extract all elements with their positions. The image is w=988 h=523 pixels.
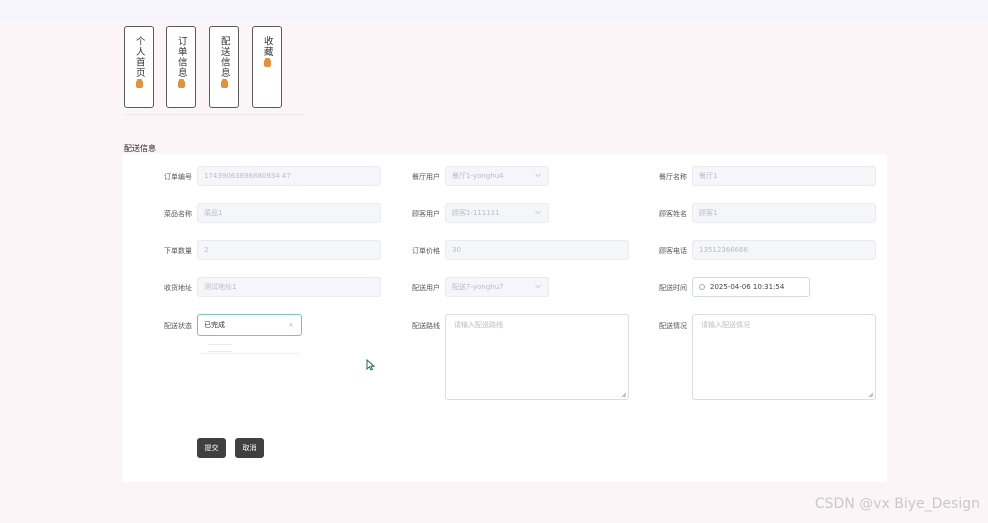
delivery-time-label: 配送时间: [659, 284, 687, 292]
dropdown-divider: [200, 353, 300, 354]
order-price-label: 订单价格: [412, 247, 440, 255]
situation-textarea[interactable]: 请输入配送情况: [692, 314, 876, 400]
route-label: 配送路线: [412, 322, 440, 330]
situation-placeholder: 请输入配送情况: [701, 321, 750, 329]
mouse-cursor-icon: [366, 359, 375, 371]
nav-tile-label: 收藏: [261, 36, 273, 57]
chevron-down-icon: [535, 210, 541, 215]
dish-name-field[interactable]: 菜品1: [197, 203, 381, 223]
quantity-label: 下单数量: [164, 247, 192, 255]
shopping-bag-icon: [177, 79, 185, 88]
delivery-time-value: 2025-04-06 10:31:54: [710, 283, 785, 291]
shopping-bag-icon: [135, 79, 143, 88]
customer-user-label: 顾客用户: [412, 210, 440, 218]
shopping-bag-icon: [220, 79, 228, 88]
restaurant-user-select[interactable]: 餐厅1-yonghu4: [445, 166, 549, 186]
dropdown-option-ghost: [208, 344, 232, 352]
quantity-field[interactable]: 2: [197, 240, 381, 260]
delivery-user-value: 配送7-yonghu7: [452, 283, 504, 291]
resize-grip-icon[interactable]: [868, 392, 874, 398]
status-select[interactable]: 已完成: [197, 314, 302, 336]
customer-user-value: 顾客1-111111: [452, 209, 500, 217]
delivery-user-select[interactable]: 配送7-yonghu7: [445, 277, 549, 297]
nav-tile-delivery[interactable]: 配送信息: [209, 26, 239, 108]
order-no-label: 订单编号: [164, 173, 192, 181]
chevron-down-icon: [289, 322, 293, 327]
order-price-field[interactable]: 30: [445, 240, 629, 260]
situation-label: 配送情况: [659, 322, 687, 330]
watermark: CSDN @vx Biye_Design: [814, 496, 980, 512]
section-title: 配送信息: [124, 144, 156, 153]
route-textarea[interactable]: 请输入配送路线: [445, 314, 629, 400]
nav-tile-favorites[interactable]: 收藏: [252, 26, 282, 108]
nav-tile-label: 个人首页: [133, 36, 145, 78]
shopping-bag-icon: [263, 58, 271, 67]
restaurant-name-label: 餐厅名称: [659, 173, 687, 181]
address-label: 收货地址: [164, 284, 192, 292]
nav-tile-orders[interactable]: 订单信息: [166, 26, 196, 108]
delivery-time-picker[interactable]: 2025-04-06 10:31:54: [692, 277, 810, 297]
nav-tile-label: 订单信息: [175, 36, 187, 78]
order-no-field[interactable]: 17439063896880934 47: [197, 166, 381, 186]
status-value: 已完成: [204, 321, 225, 329]
resize-grip-icon[interactable]: [621, 392, 627, 398]
clock-icon: [699, 284, 705, 290]
customer-phone-label: 顾客电话: [659, 247, 687, 255]
delivery-user-label: 配送用户: [412, 284, 440, 292]
submit-button[interactable]: 提交: [197, 438, 226, 458]
status-label: 配送状态: [164, 322, 192, 330]
cancel-button[interactable]: 取消: [235, 438, 264, 458]
nav-tiles: 个人首页 订单信息 配送信息 收藏: [124, 26, 306, 115]
chevron-down-icon: [535, 173, 541, 178]
restaurant-name-field[interactable]: 餐厅1: [692, 166, 876, 186]
route-placeholder: 请输入配送路线: [454, 321, 503, 329]
customer-phone-field[interactable]: 13512366666: [692, 240, 876, 260]
customer-user-select[interactable]: 顾客1-111111: [445, 203, 549, 223]
restaurant-user-label: 餐厅用户: [412, 173, 440, 181]
top-band: [0, 0, 988, 22]
chevron-down-icon: [535, 284, 541, 289]
nav-tile-home[interactable]: 个人首页: [124, 26, 154, 108]
customer-name-field[interactable]: 顾客1: [692, 203, 876, 223]
nav-tile-label: 配送信息: [218, 36, 230, 78]
dish-name-label: 菜品名称: [164, 210, 192, 218]
customer-name-label: 顾客姓名: [659, 210, 687, 218]
address-field[interactable]: 测试地址1: [197, 277, 381, 297]
restaurant-user-value: 餐厅1-yonghu4: [452, 172, 504, 180]
